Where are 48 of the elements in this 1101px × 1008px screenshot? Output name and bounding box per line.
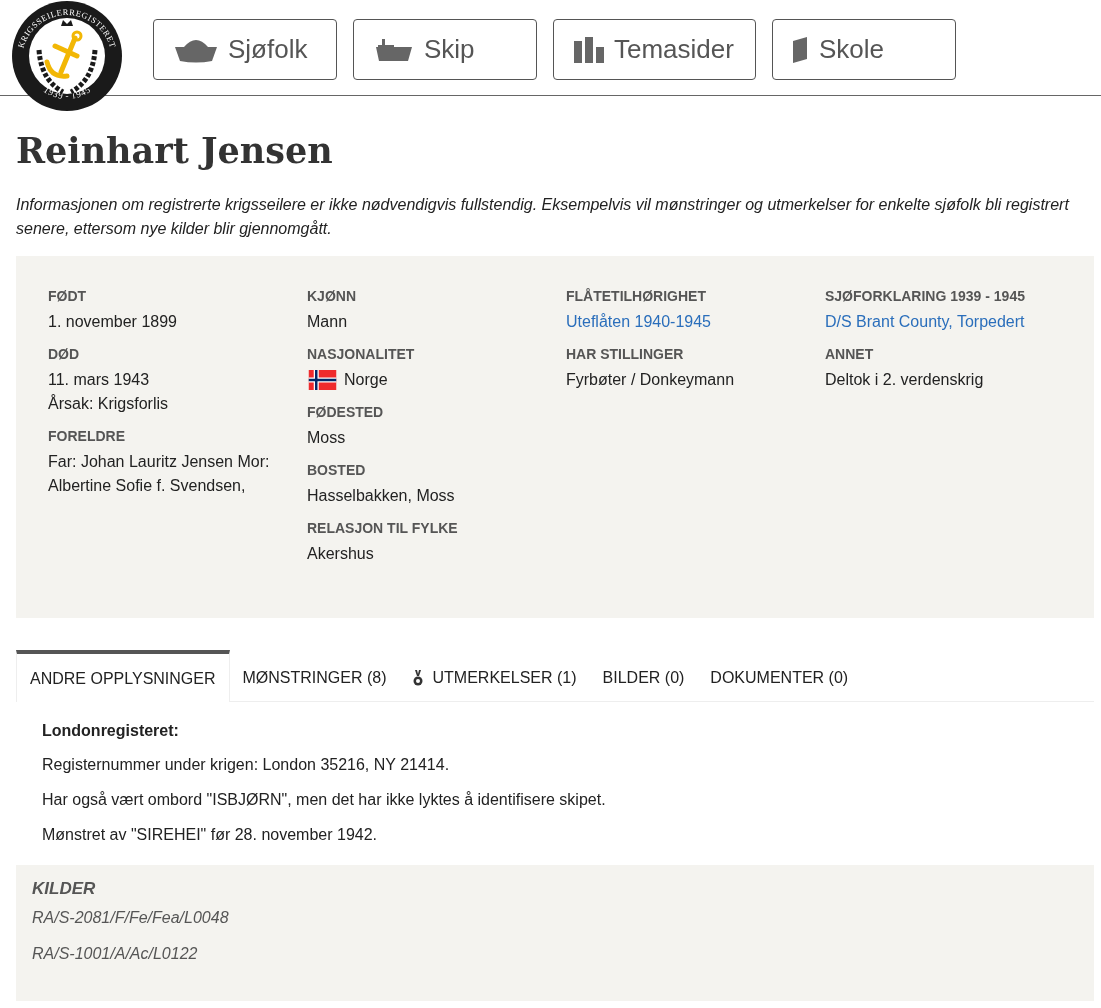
field-value: Årsak: Krigsforlis	[48, 393, 170, 414]
field-label: FORELDRE	[48, 428, 126, 444]
field-label: BOSTED	[307, 462, 367, 478]
medal-icon	[412, 670, 423, 686]
info-text: Har også vært ombord "ISBJØRN", men det har ikke lyktes å identifisere skipet.	[42, 791, 607, 809]
field-value: Far: Johan Lauritz Jensen Mor: Albertine Sofie f. Svendsen,	[48, 452, 271, 496]
field-value: Mann	[307, 312, 349, 332]
field-link[interactable]: D/S Brant County, Torpedert	[825, 310, 1084, 334]
field-label: HAR STILLINGER	[566, 346, 685, 362]
field-value: Akershus	[307, 544, 375, 564]
nav-button[interactable]: Skole	[772, 19, 956, 80]
norway-flag-icon	[307, 370, 338, 390]
field-label: SJØFORKLARING 1939 - 1945	[825, 288, 1026, 304]
field-value: Deltok i 2. verdenskrig	[825, 370, 985, 390]
info-text: Registernummer under krigen: London 35216, NY 21414.	[42, 756, 451, 774]
nav-button[interactable]: Skip	[353, 19, 537, 80]
field-label: FØDESTED	[307, 404, 385, 420]
tab[interactable]: ANDRE OPPLYSNINGER	[16, 650, 230, 702]
field-value: 11. mars 1943	[48, 370, 151, 390]
field-value: Moss	[307, 428, 347, 448]
person-name-heading: Reinhart Jensen	[16, 130, 334, 171]
nav-button[interactable]: Temasider	[553, 19, 756, 80]
disclaimer-text: Informasjonen om registrerte krigsseilere er ikke nødvendigvis fullstendig. Eksempelvis vil mønstringer og utmerkelser for enkelte sjøfolk bli registrert senere, ettersom nye kilder blir gjennomgått.	[16, 195, 1071, 239]
field-value: Norge	[344, 370, 388, 390]
field-label: FLÅTETILHØRIGHET	[566, 288, 707, 304]
tab[interactable]: DOKUMENTER (0)	[697, 650, 862, 701]
field-value: Hasselbakken, Moss	[307, 486, 456, 506]
sources-heading: KILDER	[32, 879, 97, 899]
source-reference: RA/S-2081/F/Fe/Fea/L0048	[32, 909, 230, 927]
field-label: NASJONALITET	[307, 346, 416, 362]
info-text: Mønstret av "SIREHEI" før 28. november 1942.	[42, 826, 379, 844]
field-value: Fyrbøter / Donkeymann	[566, 370, 736, 390]
field-label: DØD	[48, 346, 81, 362]
tab[interactable]: UTMERKELSER (1)	[399, 650, 590, 701]
field-label: FØDT	[48, 288, 88, 304]
field-label: ANNET	[825, 346, 875, 362]
nav-button[interactable]: Sjøfolk	[153, 19, 337, 80]
section-heading: Londonregisteret:	[42, 722, 180, 740]
ship-icon	[374, 36, 414, 63]
field-value: 1. november 1899	[48, 312, 178, 332]
bar-chart-icon	[574, 36, 604, 63]
source-reference: RA/S-1001/A/Ac/L0122	[32, 945, 199, 963]
field-label: RELASJON TIL FYLKE	[307, 520, 459, 536]
tab[interactable]: BILDER (0)	[589, 650, 698, 701]
field-label: KJØNN	[307, 288, 357, 304]
field-link[interactable]: Uteflåten 1940-1945	[566, 310, 825, 334]
book-icon	[793, 36, 809, 63]
tab[interactable]: MØNSTRINGER (8)	[229, 650, 400, 701]
